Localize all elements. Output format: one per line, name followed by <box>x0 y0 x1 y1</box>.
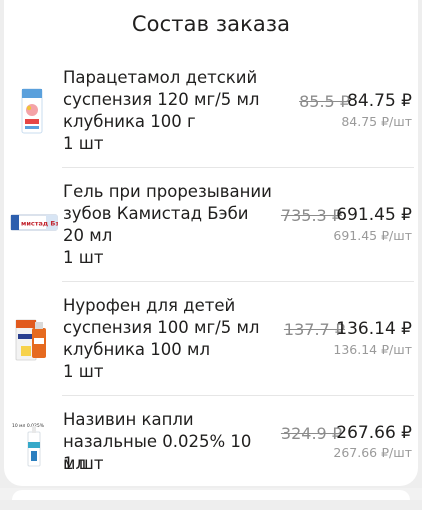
unit-price: 84.75 ₽/шт <box>341 114 412 129</box>
item-quantity: 1 шт <box>63 362 104 381</box>
list-item[interactable]: Парацетамол детский суспензия 120 мг/5 м… <box>4 54 418 168</box>
order-composition-card: Состав заказа Парацетамол детский суспен… <box>4 0 418 486</box>
unit-price: 267.66 ₽/шт <box>333 445 412 460</box>
nazivin-box-label: 10 мл 0.025% <box>12 423 45 429</box>
item-quantity: 1 шт <box>63 248 104 267</box>
item-quantity: 1 шт <box>63 454 104 473</box>
item-name: Нурофен для детей суспензия 100 мг/5 мл … <box>63 296 260 359</box>
nazivin-box-icon: 10 мл 0.025% <box>10 418 58 468</box>
old-price: 324.9 ₽ <box>280 424 342 443</box>
old-price: 735.3 ₽ <box>280 206 342 225</box>
item-name: Гель при прорезывании зубов Камистад Бэб… <box>63 182 272 245</box>
old-price: 85.5 ₽ <box>299 92 350 111</box>
next-card-edge <box>12 490 410 500</box>
list-item[interactable]: мистад Бэби Гель при прорезывании зубов … <box>4 168 418 282</box>
item-name: Парацетамол детский суспензия 120 мг/5 м… <box>63 68 260 131</box>
kamistad-logo-text: мистад Бэби <box>21 220 58 228</box>
unit-price: 691.45 ₽/шт <box>333 228 412 243</box>
page-title: Состав заказа <box>131 12 291 36</box>
nurofen-box-icon <box>12 314 52 364</box>
unit-price: 136.14 ₽/шт <box>333 342 412 357</box>
item-quantity: 1 шт <box>63 134 104 153</box>
new-price: 691.45 ₽ <box>336 205 412 225</box>
new-price: 84.75 ₽ <box>347 91 412 111</box>
kamistad-tube-icon: мистад Бэби <box>10 198 69 248</box>
new-price: 136.14 ₽ <box>336 319 412 339</box>
new-price: 267.66 ₽ <box>336 423 412 443</box>
next-section-edge <box>0 488 422 500</box>
paracetamol-box-icon <box>14 86 50 136</box>
list-item[interactable]: Нурофен для детей суспензия 100 мг/5 мл … <box>4 282 418 396</box>
